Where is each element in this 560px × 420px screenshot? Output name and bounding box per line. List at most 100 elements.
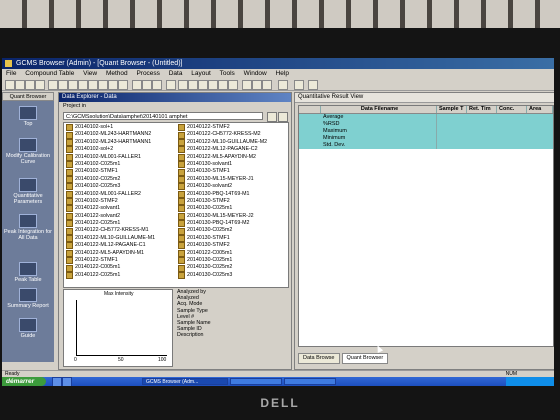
file-item[interactable]: 20140130-C025m1	[178, 205, 267, 213]
file-item[interactable]: 20140122-CH5772-KRESS-M1	[66, 227, 155, 235]
folder-up-icon[interactable]	[267, 112, 277, 122]
print-icon[interactable]	[35, 80, 45, 90]
toolbar-icon-13[interactable]	[178, 80, 188, 90]
file-item[interactable]: 20140130-STMF1	[178, 168, 267, 176]
toolbar-icon-21[interactable]	[262, 80, 272, 90]
toolbar-icon-14[interactable]	[188, 80, 198, 90]
browse-folder-icon[interactable]	[278, 112, 288, 122]
toolbar-icon-10[interactable]	[142, 80, 152, 90]
sidebar-item-peak-table[interactable]: Peak Table	[4, 262, 52, 283]
toolbar-icon-8[interactable]	[118, 80, 128, 90]
table-row[interactable]: Std. Dev.	[299, 142, 553, 149]
sidebar-item-modify-calibration-curve[interactable]: Modify Calibration Curve	[4, 138, 52, 165]
file-item[interactable]: 20140102-ML243-HARTMANN2	[66, 131, 155, 139]
save-icon[interactable]	[25, 80, 35, 90]
sidebar-item-summary-report[interactable]: Summary Report	[4, 288, 52, 309]
table-row[interactable]: %RSD	[299, 121, 553, 128]
menu-layout[interactable]: Layout	[191, 70, 211, 77]
file-item[interactable]: 20140122-CH5772-KRESS-M2	[178, 131, 267, 139]
sidebar-item-top[interactable]: Top	[4, 106, 52, 127]
quick-launch-icon[interactable]	[62, 377, 72, 386]
file-item[interactable]: 20140122-ML10-GUILLAUME-M1	[66, 235, 155, 243]
file-item[interactable]: 20140122-solvant2	[66, 213, 155, 220]
file-item[interactable]: 20140122-C005m1	[66, 264, 155, 272]
table-row[interactable]: Maximum	[299, 128, 553, 135]
file-item[interactable]: 20140130-C025m1	[178, 257, 267, 265]
file-item[interactable]: 20140130-solvant2	[178, 183, 267, 191]
tab-data-browse[interactable]: Data Browse	[298, 353, 340, 364]
toolbar-icon-16[interactable]	[208, 80, 218, 90]
new-icon[interactable]	[5, 80, 15, 90]
menu-method[interactable]: Method	[106, 70, 128, 77]
file-item[interactable]: 20140102-sol+2	[66, 146, 155, 154]
file-item[interactable]: 20140122-ML5-APAYDIN-M1	[66, 250, 155, 257]
table-row[interactable]: Minimum	[299, 135, 553, 142]
toolbar-icon-22[interactable]	[278, 80, 288, 90]
file-item[interactable]: 20140130-solvant1	[178, 161, 267, 169]
file-item[interactable]: 20140102-C025m2	[66, 176, 155, 183]
tab-quant-browser[interactable]: Quant Browser	[341, 353, 389, 364]
menu-window[interactable]: Window	[244, 70, 267, 77]
file-item[interactable]: 20140130-C025m2	[178, 227, 267, 235]
file-item[interactable]: 20140102-ML001-FALLER1	[66, 154, 155, 161]
file-item[interactable]: 20140122-STMF1	[66, 257, 155, 265]
file-item[interactable]: 20140102-C025m3	[66, 183, 155, 191]
file-item[interactable]: 20140122-solvant1	[66, 205, 155, 213]
file-item[interactable]: 20140130-ML15-MEYER-J2	[178, 213, 267, 220]
toolbar-icon-20[interactable]	[252, 80, 262, 90]
file-item[interactable]: 20140130-STMF2	[178, 242, 267, 250]
toolbar-icon-9[interactable]	[132, 80, 142, 90]
file-item[interactable]: 20140130-PBQ-14T69-M1	[178, 191, 267, 198]
file-item[interactable]: 20140102-STMF1	[66, 168, 155, 176]
menu-compound-table[interactable]: Compound Table	[25, 70, 74, 77]
file-item[interactable]: 20140130-STMF1	[178, 235, 267, 243]
toolbar-icon-12[interactable]	[166, 80, 176, 90]
file-item[interactable]: 20140122-ML5-APAYDIN-M2	[178, 154, 267, 161]
toolbar-icon-1[interactable]	[48, 80, 58, 90]
column-header[interactable]: Data Filename	[321, 106, 437, 113]
folder-path-field[interactable]: C:\GCMSsolution\Data\amphet\20140101 amp…	[63, 112, 263, 120]
file-item[interactable]: 20140102-C025m1	[66, 161, 155, 169]
menu-data[interactable]: Data	[169, 70, 183, 77]
column-header[interactable]: Sample T	[437, 106, 467, 113]
file-item[interactable]: 20140130-C025m3	[178, 272, 267, 279]
toolbar-icon-19[interactable]	[242, 80, 252, 90]
toolbar-icon-24[interactable]	[308, 80, 318, 90]
file-item[interactable]: 20140102-STMF2	[66, 198, 155, 206]
toolbar-icon-15[interactable]	[198, 80, 208, 90]
file-item[interactable]: 20140130-STMF2	[178, 198, 267, 206]
toolbar-icon-7[interactable]	[108, 80, 118, 90]
column-header[interactable]: Area	[527, 106, 553, 113]
file-item[interactable]: 20140122-C005m1	[178, 250, 267, 257]
file-item[interactable]: 20140122-C025m1	[66, 220, 155, 228]
file-item[interactable]: 20140102-sol+1	[66, 124, 155, 132]
quick-launch-icon[interactable]	[52, 377, 62, 386]
taskbar-item[interactable]	[230, 378, 282, 385]
file-item[interactable]: 20140130-PBQ-14T69-M2	[178, 220, 267, 228]
sidebar-item-peak-integration[interactable]: Peak Integration for All Data	[4, 214, 52, 241]
menu-file[interactable]: File	[6, 70, 16, 77]
toolbar-icon-23[interactable]	[294, 80, 304, 90]
toolbar-icon-5[interactable]	[88, 80, 98, 90]
sidebar-item-guide[interactable]: Guide	[4, 318, 52, 339]
taskbar-item[interactable]	[284, 378, 336, 385]
file-item[interactable]: 20140122-ML12-PAGANE-C1	[66, 242, 155, 250]
sidebar-item-quantitative-parameters[interactable]: Quantitative Parameters	[4, 178, 52, 205]
toolbar-icon-6[interactable]	[98, 80, 108, 90]
menu-view[interactable]: View	[83, 70, 97, 77]
toolbar-icon-3[interactable]	[68, 80, 78, 90]
toolbar-icon-4[interactable]	[78, 80, 88, 90]
menu-tools[interactable]: Tools	[220, 70, 235, 77]
file-item[interactable]: 20140102-ML001-FALLER2	[66, 191, 155, 198]
file-item[interactable]: 20140122-STMF2	[178, 124, 267, 132]
toolbar-icon-18[interactable]	[228, 80, 238, 90]
file-item[interactable]: 20140122-ML10-GUILLAUME-M2	[178, 139, 267, 146]
toolbar-icon-11[interactable]	[152, 80, 162, 90]
start-button[interactable]: démarrer	[2, 377, 46, 386]
menu-process[interactable]: Process	[136, 70, 159, 77]
menu-help[interactable]: Help	[276, 70, 289, 77]
open-icon[interactable]	[15, 80, 25, 90]
window-title-bar[interactable]: GCMS Browser (Admin) - [Quant Browser - …	[2, 58, 554, 69]
column-header[interactable]: Conc.	[497, 106, 527, 113]
file-item[interactable]: 20140130-C025m2	[178, 264, 267, 272]
